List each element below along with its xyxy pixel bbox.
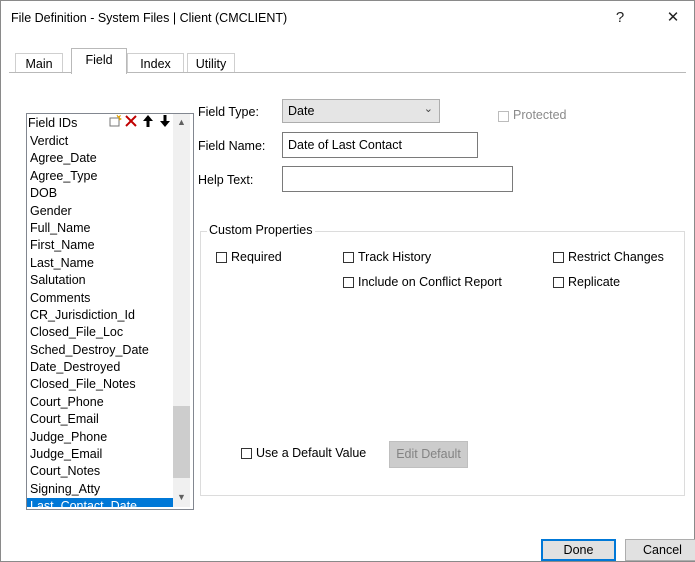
delete-x-icon[interactable]	[124, 114, 138, 131]
field-type-value: Date	[288, 104, 315, 118]
list-item[interactable]: Gender	[27, 203, 173, 220]
list-item[interactable]: Agree_Type	[27, 168, 173, 185]
list-item[interactable]: Court_Phone	[27, 394, 173, 411]
help-button[interactable]: ?	[604, 5, 636, 31]
track-history-checkbox[interactable]	[343, 252, 354, 263]
help-text-label: Help Text:	[198, 173, 254, 187]
list-item[interactable]: CR_Jurisdiction_Id	[27, 307, 173, 324]
list-item[interactable]: Closed_File_Notes	[27, 376, 173, 393]
replicate-label: Replicate	[568, 275, 621, 289]
field-list-scrollbar[interactable]: ▲ ▼	[173, 114, 190, 507]
list-item[interactable]: Sched_Destroy_Date	[27, 342, 173, 359]
list-item[interactable]: Court_Notes	[27, 463, 173, 480]
edit-default-button[interactable]: Edit Default	[389, 441, 468, 468]
cancel-button[interactable]: Cancel	[625, 539, 695, 561]
protected-label: Protected	[513, 108, 567, 122]
list-item[interactable]: Full_Name	[27, 220, 173, 237]
list-item[interactable]: Salutation	[27, 272, 173, 289]
restrict-changes-checkbox[interactable]	[553, 252, 564, 263]
protected-checkbox[interactable]	[498, 111, 509, 122]
restrict-changes-label: Restrict Changes	[568, 250, 664, 264]
new-field-icon[interactable]	[108, 114, 123, 131]
scroll-thumb[interactable]	[173, 406, 190, 478]
track-history-label: Track History	[358, 250, 432, 264]
chevron-down-icon: ⌄	[423, 103, 433, 115]
field-ids-label: Field IDs	[28, 116, 78, 130]
list-item[interactable]: Judge_Phone	[27, 429, 173, 446]
arrow-down-icon[interactable]	[159, 114, 171, 131]
list-item[interactable]: Closed_File_Loc	[27, 324, 173, 341]
use-default-checkbox[interactable]	[241, 448, 252, 459]
list-item[interactable]: Signing_Atty	[27, 481, 173, 498]
tab-main[interactable]: Main	[15, 53, 63, 74]
scroll-up-icon[interactable]: ▲	[173, 117, 190, 127]
tab-utility[interactable]: Utility	[187, 53, 235, 74]
arrow-up-icon[interactable]	[142, 114, 154, 131]
field-type-combobox[interactable]: Date ⌄	[282, 99, 440, 123]
tab-field[interactable]: Field	[71, 48, 127, 74]
include-conflict-label: Include on Conflict Report	[358, 275, 502, 289]
list-item[interactable]: Court_Email	[27, 411, 173, 428]
window-title: File Definition - System Files | Client …	[11, 11, 288, 25]
list-item[interactable]: Date_Destroyed	[27, 359, 173, 376]
scroll-down-icon[interactable]: ▼	[173, 492, 190, 502]
list-item[interactable]: DOB	[27, 185, 173, 202]
field-name-value: Date of Last Contact	[288, 138, 402, 152]
field-name-label: Field Name:	[198, 139, 266, 153]
field-name-input[interactable]: Date of Last Contact	[282, 132, 478, 158]
list-item[interactable]: Last_Contact_Date	[27, 498, 173, 507]
field-type-label: Field Type:	[198, 105, 259, 119]
list-item[interactable]: First_Name	[27, 237, 173, 254]
required-label: Required	[231, 250, 282, 264]
include-conflict-checkbox[interactable]	[343, 277, 354, 288]
list-item[interactable]: Agree_Date	[27, 150, 173, 167]
done-button[interactable]: Done	[541, 539, 616, 561]
list-item[interactable]: Last_Name	[27, 255, 173, 272]
field-ids-header: Field IDs	[28, 114, 191, 132]
tab-index[interactable]: Index	[127, 53, 184, 74]
list-item[interactable]: Verdict	[27, 133, 173, 150]
custom-properties-title: Custom Properties	[207, 223, 315, 237]
list-item[interactable]: Comments	[27, 290, 173, 307]
title-bar: File Definition - System Files | Client …	[1, 1, 694, 37]
list-item[interactable]: Judge_Email	[27, 446, 173, 463]
use-default-label: Use a Default Value	[256, 446, 367, 460]
field-ids-list[interactable]: Verdict Agree_Date Agree_Type DOB Gender Full…	[27, 133, 173, 507]
required-checkbox[interactable]	[216, 252, 227, 263]
close-button[interactable]: ✕	[657, 5, 689, 31]
help-text-input[interactable]	[282, 166, 513, 192]
file-definition-window: File Definition - System Files | Client …	[0, 0, 695, 562]
replicate-checkbox[interactable]	[553, 277, 564, 288]
